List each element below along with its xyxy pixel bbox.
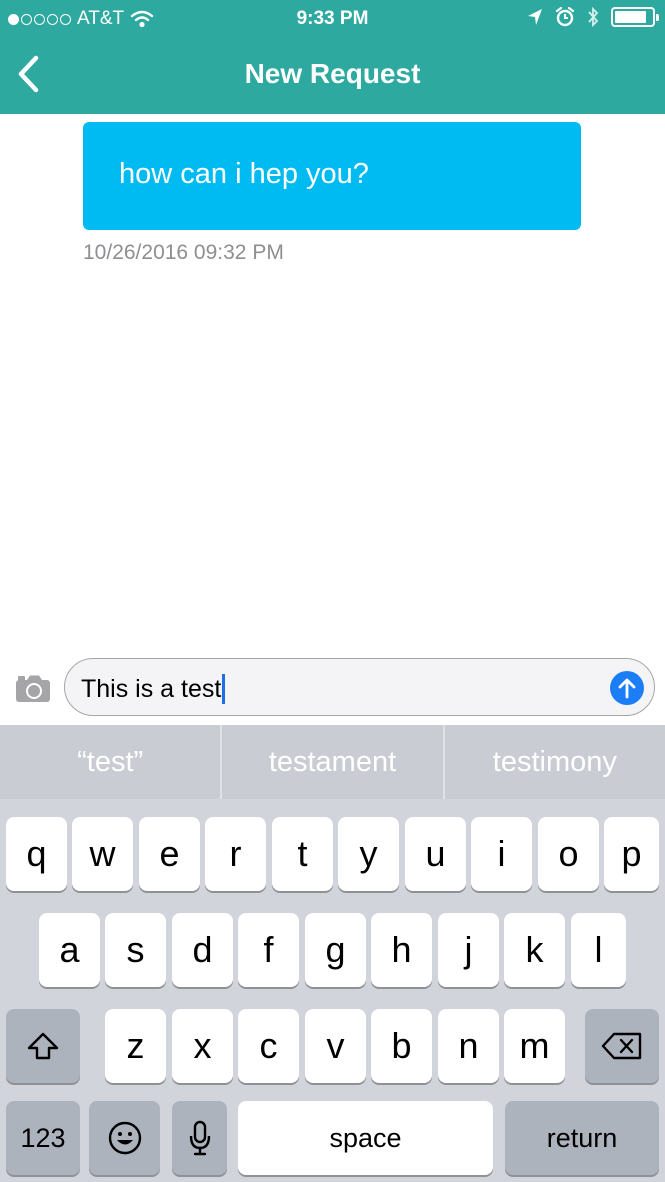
key-j[interactable]: j bbox=[438, 913, 499, 987]
key-f[interactable]: f bbox=[238, 913, 299, 987]
shift-key[interactable] bbox=[6, 1009, 80, 1083]
key-w[interactable]: w bbox=[72, 817, 133, 891]
alarm-clock-icon bbox=[555, 7, 575, 27]
location-arrow-icon bbox=[528, 9, 542, 25]
message-composer: This is a test bbox=[0, 654, 665, 725]
emoji-smile-icon bbox=[108, 1121, 141, 1155]
key-p[interactable]: p bbox=[604, 817, 659, 891]
suggestion-quoted[interactable]: “test” bbox=[0, 725, 220, 799]
message-input-value: This is a test bbox=[81, 674, 226, 704]
key-d[interactable]: d bbox=[172, 913, 233, 987]
predictive-bar: “test” testament testimony bbox=[0, 725, 665, 799]
key-v[interactable]: v bbox=[305, 1009, 366, 1083]
message-input[interactable]: This is a test bbox=[64, 658, 655, 716]
message-timestamp: 10/26/2016 09:32 PM bbox=[83, 241, 284, 264]
space-key[interactable]: space bbox=[238, 1101, 493, 1175]
message-text: how can i hep you? bbox=[119, 158, 369, 190]
key-o[interactable]: o bbox=[538, 817, 599, 891]
emoji-key[interactable] bbox=[89, 1101, 160, 1175]
key-h[interactable]: h bbox=[371, 913, 432, 987]
nav-bar: New Request bbox=[0, 38, 665, 114]
message-list: how can i hep you? 10/26/2016 09:32 PM bbox=[0, 114, 665, 654]
app-header: AT&T 9:33 PM New Request bbox=[0, 0, 665, 114]
key-i[interactable]: i bbox=[471, 817, 532, 891]
text-cursor bbox=[222, 674, 226, 704]
status-right bbox=[527, 7, 659, 27]
backspace-icon bbox=[601, 1032, 642, 1060]
battery-icon bbox=[611, 7, 659, 27]
key-q[interactable]: q bbox=[6, 817, 67, 891]
microphone-icon bbox=[189, 1120, 210, 1156]
bluetooth-icon bbox=[588, 7, 599, 27]
key-l[interactable]: l bbox=[571, 913, 626, 987]
delete-key[interactable] bbox=[585, 1009, 659, 1083]
return-key[interactable]: return bbox=[505, 1101, 659, 1175]
key-u[interactable]: u bbox=[405, 817, 466, 891]
suggestion-testament[interactable]: testament bbox=[222, 725, 442, 799]
battery-level bbox=[615, 11, 646, 23]
key-b[interactable]: b bbox=[371, 1009, 432, 1083]
key-c[interactable]: c bbox=[238, 1009, 299, 1083]
key-g[interactable]: g bbox=[305, 913, 366, 987]
send-button[interactable] bbox=[610, 671, 644, 705]
message-input-text: This is a test bbox=[81, 674, 222, 703]
keyboard: “test” testament testimony q w e r t y u… bbox=[0, 725, 665, 1182]
camera-icon bbox=[16, 675, 50, 702]
message-bubble: how can i hep you? bbox=[83, 122, 581, 230]
key-m[interactable]: m bbox=[504, 1009, 565, 1083]
dictation-key[interactable] bbox=[172, 1101, 227, 1175]
numbers-key[interactable]: 123 bbox=[6, 1101, 80, 1175]
status-bar: AT&T 9:33 PM bbox=[0, 0, 665, 38]
battery-tip bbox=[656, 14, 659, 21]
key-s[interactable]: s bbox=[105, 913, 166, 987]
suggestion-testimony[interactable]: testimony bbox=[445, 725, 665, 799]
key-t[interactable]: t bbox=[272, 817, 333, 891]
shift-arrow-icon bbox=[27, 1032, 59, 1060]
key-x[interactable]: x bbox=[172, 1009, 233, 1083]
key-a[interactable]: a bbox=[39, 913, 100, 987]
key-k[interactable]: k bbox=[504, 913, 565, 987]
key-r[interactable]: r bbox=[205, 817, 266, 891]
arrow-up-icon bbox=[618, 678, 636, 699]
page-title: New Request bbox=[244, 58, 421, 89]
key-y[interactable]: y bbox=[338, 817, 399, 891]
camera-button[interactable] bbox=[14, 674, 52, 706]
key-e[interactable]: e bbox=[139, 817, 200, 891]
key-z[interactable]: z bbox=[105, 1009, 166, 1083]
key-n[interactable]: n bbox=[438, 1009, 499, 1083]
